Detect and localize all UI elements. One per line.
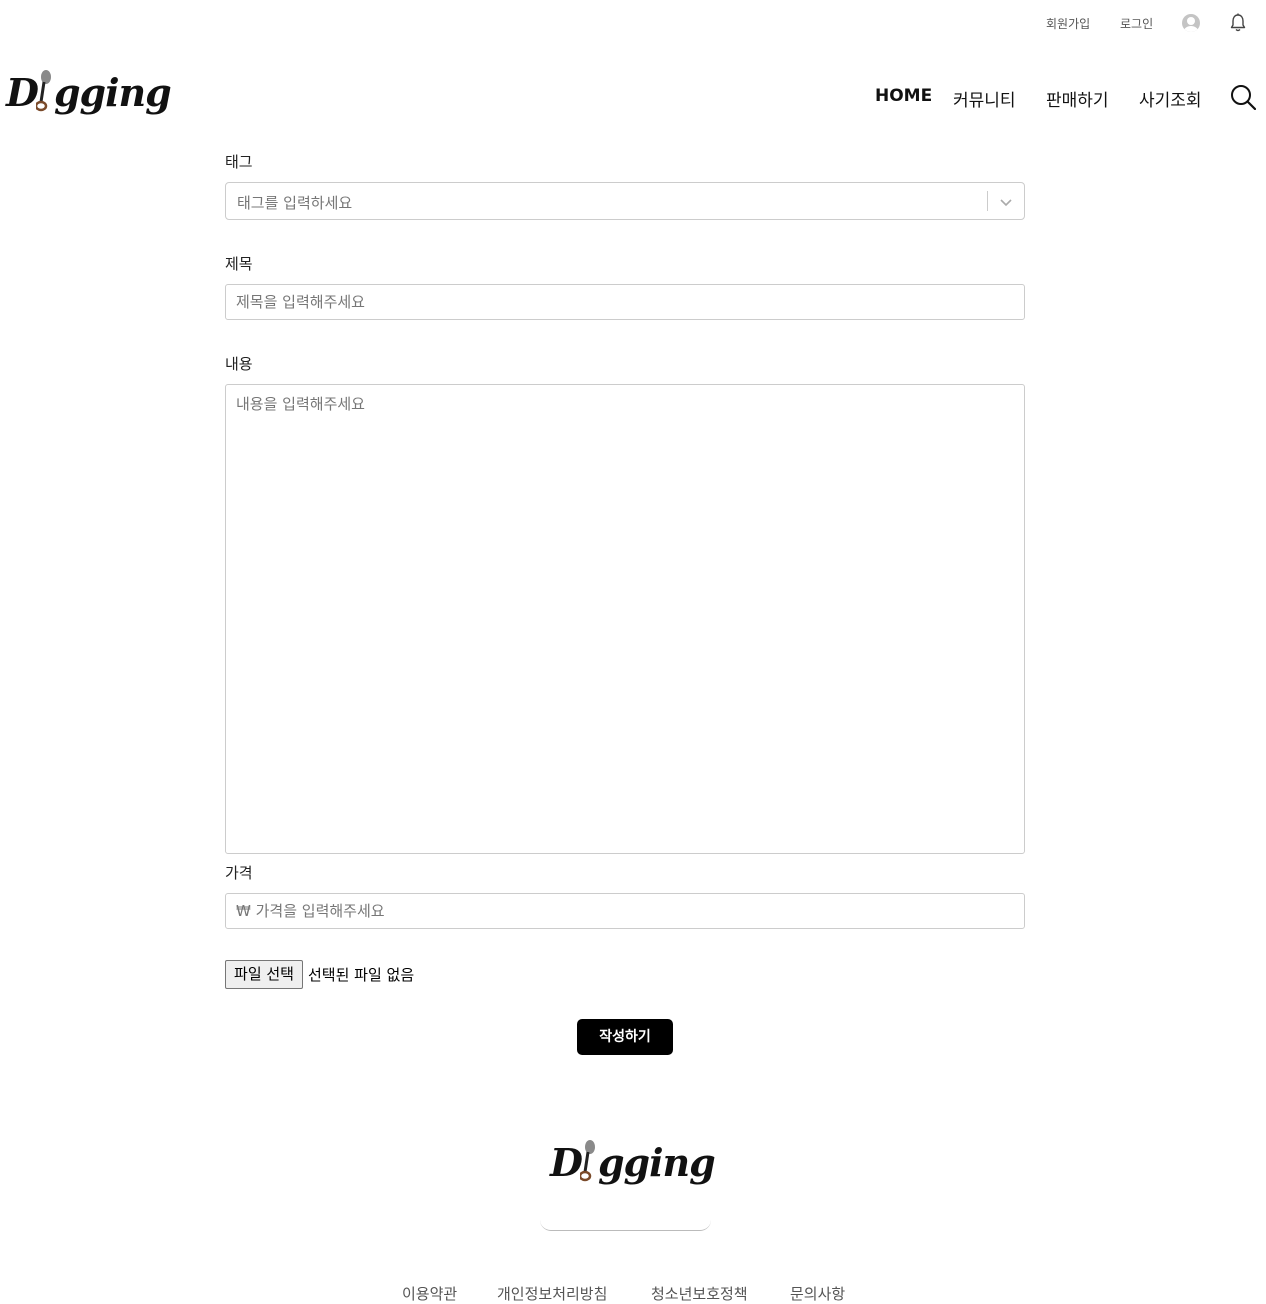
tag-select-placeholder: 태그를 입력하세요: [237, 194, 353, 212]
footer-divider: [540, 1220, 711, 1231]
search-icon[interactable]: [1230, 84, 1256, 110]
login-link[interactable]: 로그인: [1120, 15, 1153, 32]
footer-link-inquiry[interactable]: 문의사항: [790, 1283, 845, 1304]
chevron-down-icon[interactable]: [998, 194, 1014, 210]
tag-label: 태그: [225, 153, 253, 171]
logo-text-gging: gging: [53, 70, 172, 115]
tag-select[interactable]: 태그를 입력하세요: [225, 182, 1025, 220]
nav-item-community[interactable]: 커뮤니티: [953, 86, 1016, 111]
nav-item-fraud-check[interactable]: 사기조회: [1139, 86, 1202, 111]
title-input[interactable]: [225, 284, 1025, 320]
footer-link-youth-policy[interactable]: 청소년보호정책: [651, 1283, 748, 1304]
price-input[interactable]: [225, 893, 1025, 929]
user-avatar-icon[interactable]: [1182, 14, 1200, 32]
nav-item-home[interactable]: HOME: [875, 86, 932, 106]
footer-link-terms[interactable]: 이용약관: [402, 1283, 457, 1304]
shovel-icon: [579, 1140, 598, 1182]
file-status-text: 선택된 파일 없음: [308, 966, 415, 984]
footer-logo-text-d: D: [550, 1140, 583, 1185]
header-logo[interactable]: D gging: [6, 70, 172, 116]
bell-icon[interactable]: [1229, 13, 1247, 33]
footer-logo-text-gging: gging: [597, 1140, 716, 1185]
footer-logo: D gging: [550, 1140, 716, 1186]
content-textarea[interactable]: [225, 384, 1025, 854]
select-separator: [987, 191, 988, 211]
file-choose-button[interactable]: 파일 선택: [225, 960, 303, 989]
shovel-icon: [35, 70, 54, 112]
signup-link[interactable]: 회원가입: [1046, 15, 1090, 32]
logo-text-d: D: [6, 70, 39, 115]
nav-item-sell[interactable]: 판매하기: [1046, 86, 1109, 111]
price-label: 가격: [225, 864, 253, 882]
footer-link-privacy[interactable]: 개인정보처리방침: [497, 1283, 607, 1304]
title-label: 제목: [225, 255, 253, 273]
content-label: 내용: [225, 355, 253, 373]
top-utility-bar: 회원가입 로그인: [0, 0, 1266, 46]
submit-button[interactable]: 작성하기: [577, 1019, 673, 1055]
